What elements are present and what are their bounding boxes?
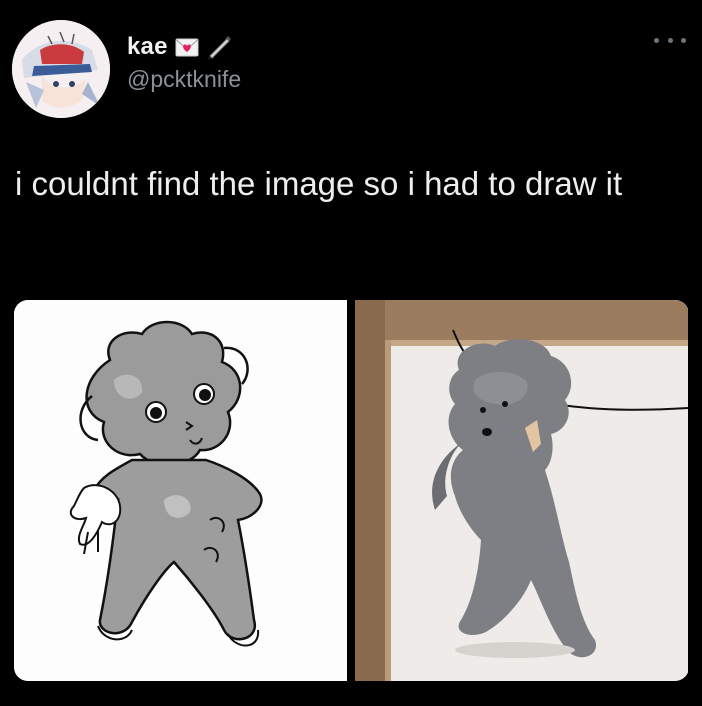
more-horizontal-icon[interactable] <box>654 30 686 50</box>
name-row: kae <box>127 32 241 62</box>
love-letter-icon <box>175 38 199 57</box>
display-name[interactable]: kae <box>127 33 168 61</box>
pen-icon <box>206 34 232 60</box>
avatar[interactable] <box>12 20 110 118</box>
media-grid <box>14 300 689 681</box>
author-handle[interactable]: @pcktknife <box>127 66 241 93</box>
tweet: kae @pcktknife i couldnt find the image … <box>0 0 702 706</box>
tweet-text: i couldnt find the image so i had to dra… <box>15 165 623 202</box>
author-block: kae @pcktknife <box>127 32 241 93</box>
avatar-image <box>12 20 110 118</box>
poodle-photo-image[interactable] <box>355 300 688 681</box>
drawn-dog-image[interactable] <box>14 300 347 681</box>
